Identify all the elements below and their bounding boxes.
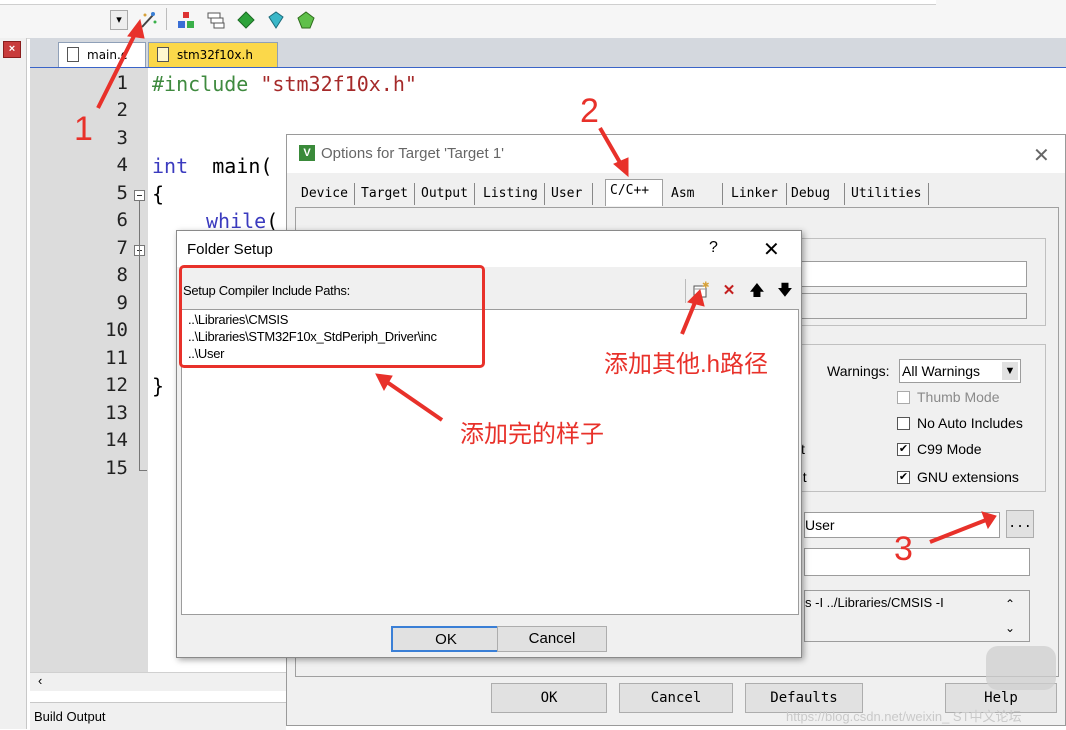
watermark: https://blog.csdn.net/weixin_ ST中文论坛 — [786, 709, 1022, 724]
arrow-add-head — [687, 289, 705, 307]
step-number-2: 2 — [580, 92, 599, 130]
arrow-after — [382, 378, 444, 422]
after-adding-note: 添加完的样子 — [460, 421, 604, 448]
arrow-1 — [96, 31, 138, 109]
step-number-3: 3 — [894, 530, 913, 568]
arrow-2-head — [613, 157, 629, 178]
arrow-3 — [929, 518, 987, 544]
arrow-1-head — [127, 18, 145, 39]
step-number-1: 1 — [74, 110, 93, 148]
add-other-h-path-note: 添加其他.h路径 — [604, 351, 769, 378]
annotation-arrows — [96, 18, 997, 544]
chat-bubble-icon — [986, 646, 1056, 690]
arrow-2 — [598, 126, 624, 168]
arrow-add — [680, 299, 698, 335]
